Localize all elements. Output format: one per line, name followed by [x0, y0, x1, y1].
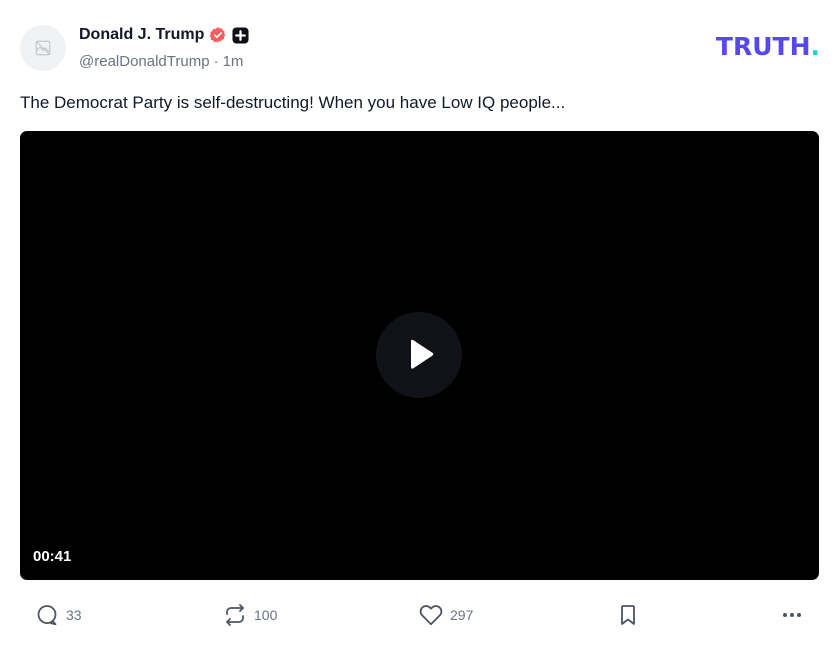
- retruth-count: 100: [254, 607, 278, 623]
- bookmark-icon: [621, 605, 635, 625]
- truth-social-logo[interactable]: TRUTH.: [716, 33, 820, 61]
- retruth-button[interactable]: 100: [223, 598, 277, 632]
- avatar[interactable]: [20, 25, 66, 71]
- bookmark-button[interactable]: [616, 598, 640, 632]
- reply-button[interactable]: 33: [35, 598, 82, 632]
- meta-separator: ·: [213, 52, 219, 70]
- more-horizontal-icon: [783, 613, 801, 617]
- more-options-button[interactable]: [780, 598, 804, 632]
- author-handle[interactable]: @realDonaldTrump: [79, 53, 210, 70]
- author-meta: @realDonaldTrump · 1m: [79, 51, 243, 71]
- post-text[interactable]: The Democrat Party is self-destructing! …: [20, 92, 820, 114]
- author-name-row: Donald J. Trump: [79, 24, 249, 46]
- logo-dot: .: [810, 32, 821, 61]
- plus-badge-icon: [232, 26, 249, 44]
- like-button[interactable]: 297: [419, 598, 473, 632]
- video-player[interactable]: 00:41: [20, 131, 819, 580]
- image-placeholder-icon: [35, 40, 51, 56]
- verified-badge-icon: [209, 26, 227, 44]
- heart-icon: [419, 605, 443, 626]
- video-duration: 00:41: [33, 548, 72, 565]
- post-timestamp[interactable]: 1m: [223, 53, 244, 70]
- reply-icon: [37, 605, 57, 626]
- play-button[interactable]: [376, 312, 462, 398]
- logo-text: TRUTH: [715, 32, 811, 61]
- post-action-bar: 33 100 297: [0, 598, 840, 632]
- author-display-name[interactable]: Donald J. Trump: [79, 26, 204, 44]
- reply-count: 33: [66, 607, 82, 623]
- play-icon: [411, 339, 434, 369]
- retruth-icon: [226, 604, 244, 626]
- like-count: 297: [450, 607, 474, 623]
